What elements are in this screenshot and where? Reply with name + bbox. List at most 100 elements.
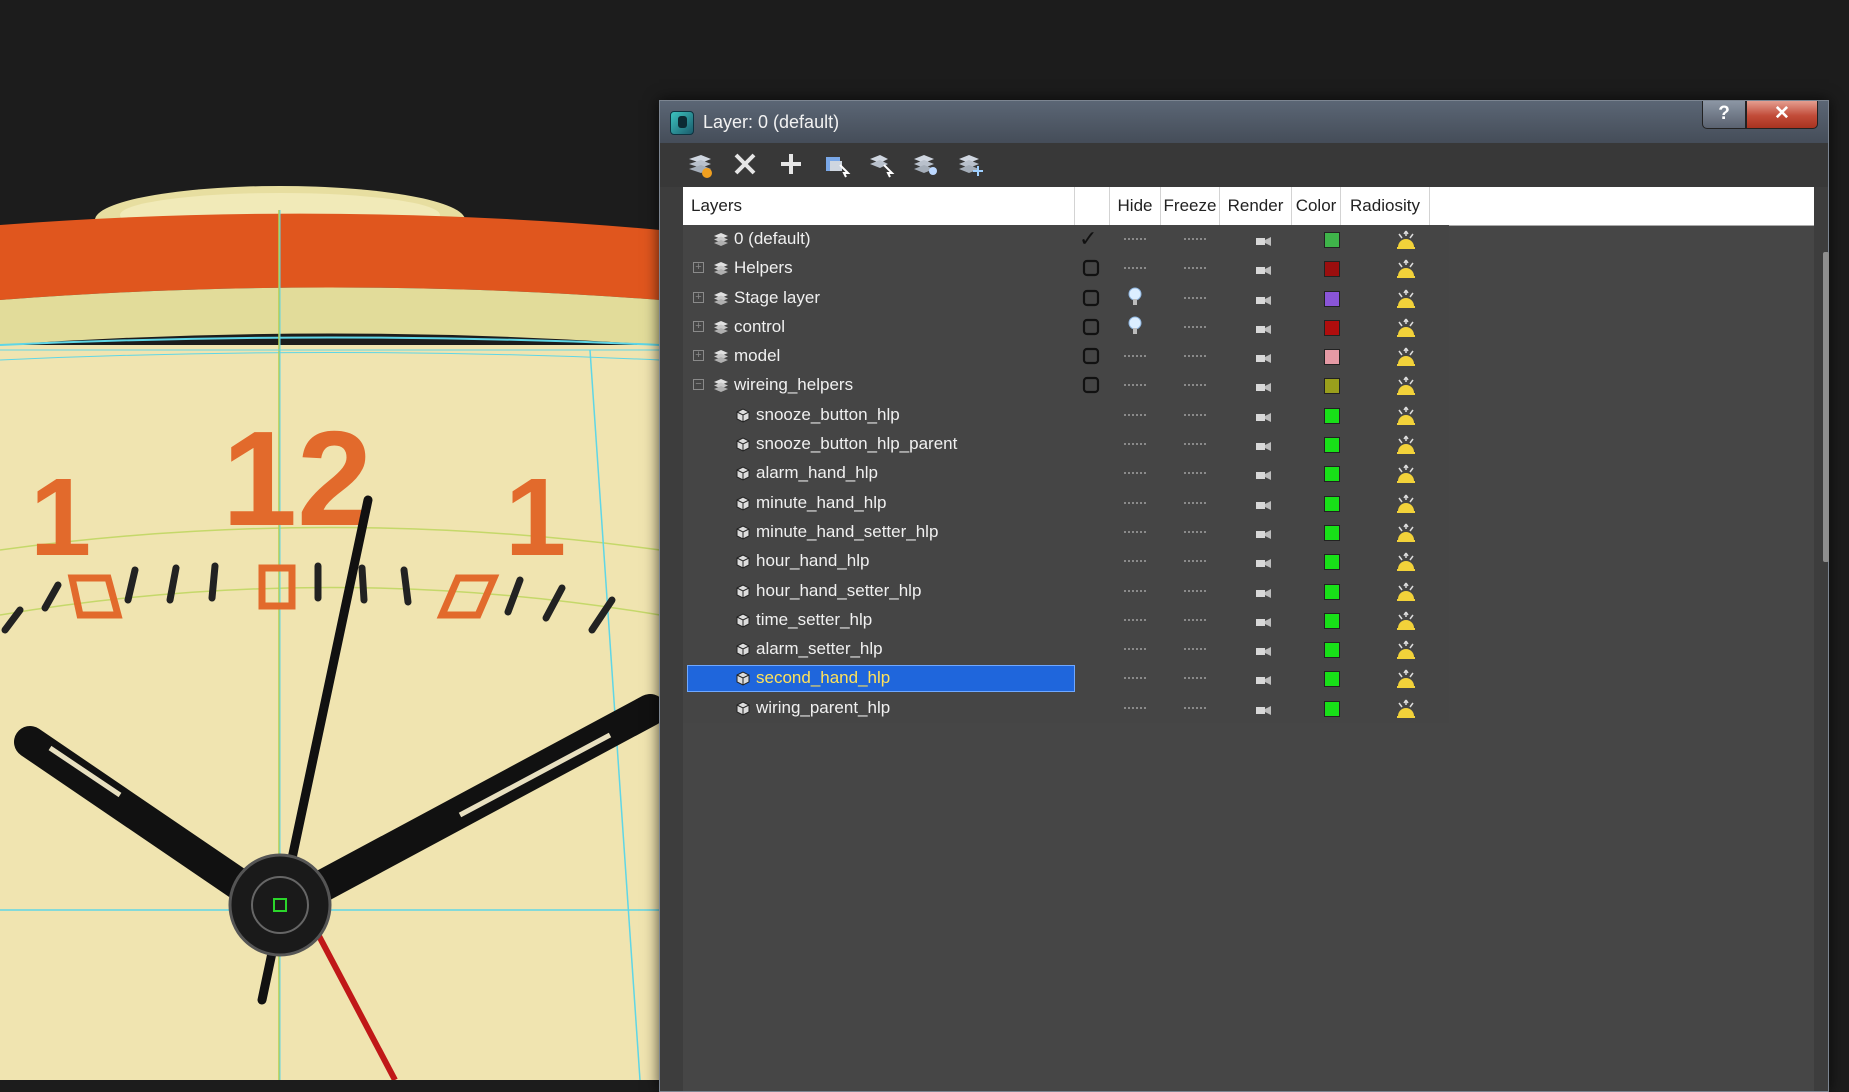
add-to-layer-icon[interactable] [776,149,806,179]
hide-toggle[interactable] [1124,589,1146,596]
layer-color-swatch[interactable] [1324,437,1340,454]
hide-toggle[interactable] [1124,560,1146,566]
object-row[interactable]: minute_hand_hlp [683,489,1449,518]
freeze-toggle[interactable] [1184,677,1206,683]
set-current-toggle-icon[interactable] [1082,376,1100,394]
hide-toggle[interactable] [1124,648,1146,654]
layer-color-swatch[interactable] [1324,524,1340,541]
row-label[interactable]: time_setter_hlp [756,610,872,630]
hide-toggle[interactable] [1124,267,1146,273]
layer-color-swatch[interactable] [1324,407,1340,424]
render-teapot-icon[interactable] [1254,526,1274,540]
row-label[interactable]: model [734,346,780,366]
object-row[interactable]: wiring_parent_hlp [683,694,1449,723]
radiosity-icon[interactable] [1393,696,1419,722]
render-teapot-icon[interactable] [1254,614,1274,628]
layer-color-swatch[interactable] [1324,466,1340,483]
delete-layer-icon[interactable] [730,149,760,179]
freeze-toggle[interactable] [1184,560,1206,566]
object-row[interactable]: hour_hand_setter_hlp [683,577,1449,606]
highlight-selected-icon[interactable] [866,149,896,179]
radiosity-icon[interactable] [1393,286,1419,312]
column-radiosity[interactable]: Radiosity [1341,187,1430,225]
render-teapot-icon[interactable] [1254,555,1274,569]
row-label[interactable]: control [734,317,785,337]
row-label[interactable]: hour_hand_setter_hlp [756,581,921,601]
object-row[interactable]: hour_hand_hlp [683,547,1449,576]
object-row[interactable]: snooze_button_hlp [683,401,1449,430]
row-label[interactable]: minute_hand_hlp [756,493,886,513]
freeze-toggle[interactable] [1184,589,1206,596]
radiosity-icon[interactable] [1393,461,1419,487]
hide-toggle[interactable] [1124,355,1146,361]
object-row[interactable]: alarm_hand_hlp [683,459,1449,488]
freeze-toggle[interactable] [1184,618,1206,625]
render-teapot-icon[interactable] [1254,672,1274,686]
radiosity-icon[interactable] [1393,666,1419,692]
object-row[interactable]: minute_hand_setter_hlp [683,518,1449,547]
hide-toggle[interactable] [1124,443,1146,449]
hide-unhide-all-icon[interactable] [910,149,940,179]
row-label[interactable]: wiring_parent_hlp [756,698,890,718]
column-current[interactable] [1075,187,1110,225]
freeze-toggle[interactable] [1184,413,1206,420]
expand-toggle[interactable]: + [693,350,704,362]
layer-color-swatch[interactable] [1324,671,1340,688]
row-label[interactable]: wireing_helpers [734,375,853,395]
render-teapot-icon[interactable] [1254,321,1274,335]
hide-toggle[interactable] [1124,501,1146,508]
layer-color-swatch[interactable] [1324,700,1340,717]
radiosity-icon[interactable] [1393,403,1419,429]
help-button[interactable]: ? [1702,101,1746,129]
create-layer-icon[interactable] [685,149,715,179]
freeze-toggle[interactable] [1184,472,1206,478]
hide-toggle[interactable] [1124,384,1146,390]
render-teapot-icon[interactable] [1254,643,1274,657]
freeze-unfreeze-all-icon[interactable] [955,149,985,179]
layer-list[interactable]: Layers Hide Freeze Render Color Radiosit… [683,187,1814,1091]
dialog-titlebar[interactable]: Layer: 0 (default) ? ✕ [660,101,1828,143]
expand-toggle[interactable]: + [693,320,704,332]
layer-color-swatch[interactable] [1324,612,1340,629]
layer-row[interactable]: + Stage layer [683,284,1449,313]
layer-color-swatch[interactable] [1324,232,1340,248]
render-teapot-icon[interactable] [1254,438,1274,452]
row-label[interactable]: hour_hand_hlp [756,551,869,571]
freeze-toggle[interactable] [1184,530,1206,537]
set-current-toggle-icon[interactable] [1082,318,1100,336]
render-teapot-icon[interactable] [1254,233,1274,247]
radiosity-icon[interactable] [1393,227,1419,253]
freeze-toggle[interactable] [1184,296,1206,303]
hide-toggle[interactable] [1124,413,1146,420]
radiosity-icon[interactable] [1393,432,1419,458]
render-teapot-icon[interactable] [1254,497,1274,511]
freeze-toggle[interactable] [1184,238,1206,244]
object-row[interactable]: alarm_setter_hlp [683,635,1449,664]
layer-color-swatch[interactable] [1324,290,1340,307]
expand-toggle[interactable]: + [693,291,704,303]
layer-color-swatch[interactable] [1324,319,1340,336]
expand-toggle[interactable]: + [693,262,704,274]
freeze-toggle[interactable] [1184,384,1206,390]
row-label[interactable]: Stage layer [734,288,820,308]
column-hide[interactable]: Hide [1110,187,1161,225]
radiosity-icon[interactable] [1393,373,1419,399]
radiosity-icon[interactable] [1393,256,1419,282]
render-teapot-icon[interactable] [1254,702,1274,716]
set-current-toggle-icon[interactable] [1082,289,1100,307]
freeze-toggle[interactable] [1184,648,1206,654]
layer-color-swatch[interactable] [1324,349,1340,366]
row-label[interactable]: second_hand_hlp [756,668,890,688]
layer-color-swatch[interactable] [1324,261,1340,278]
layer-row[interactable]: − wireing_helpers [683,371,1449,400]
row-label[interactable]: snooze_button_hlp_parent [756,434,957,454]
hide-toggle[interactable] [1124,706,1146,713]
freeze-toggle[interactable] [1184,443,1206,449]
render-teapot-icon[interactable] [1254,409,1274,423]
column-layers[interactable]: Layers [683,187,1075,225]
column-color[interactable]: Color [1292,187,1341,225]
freeze-toggle[interactable] [1184,706,1206,713]
radiosity-icon[interactable] [1393,549,1419,575]
render-teapot-icon[interactable] [1254,585,1274,599]
freeze-toggle[interactable] [1184,355,1206,361]
